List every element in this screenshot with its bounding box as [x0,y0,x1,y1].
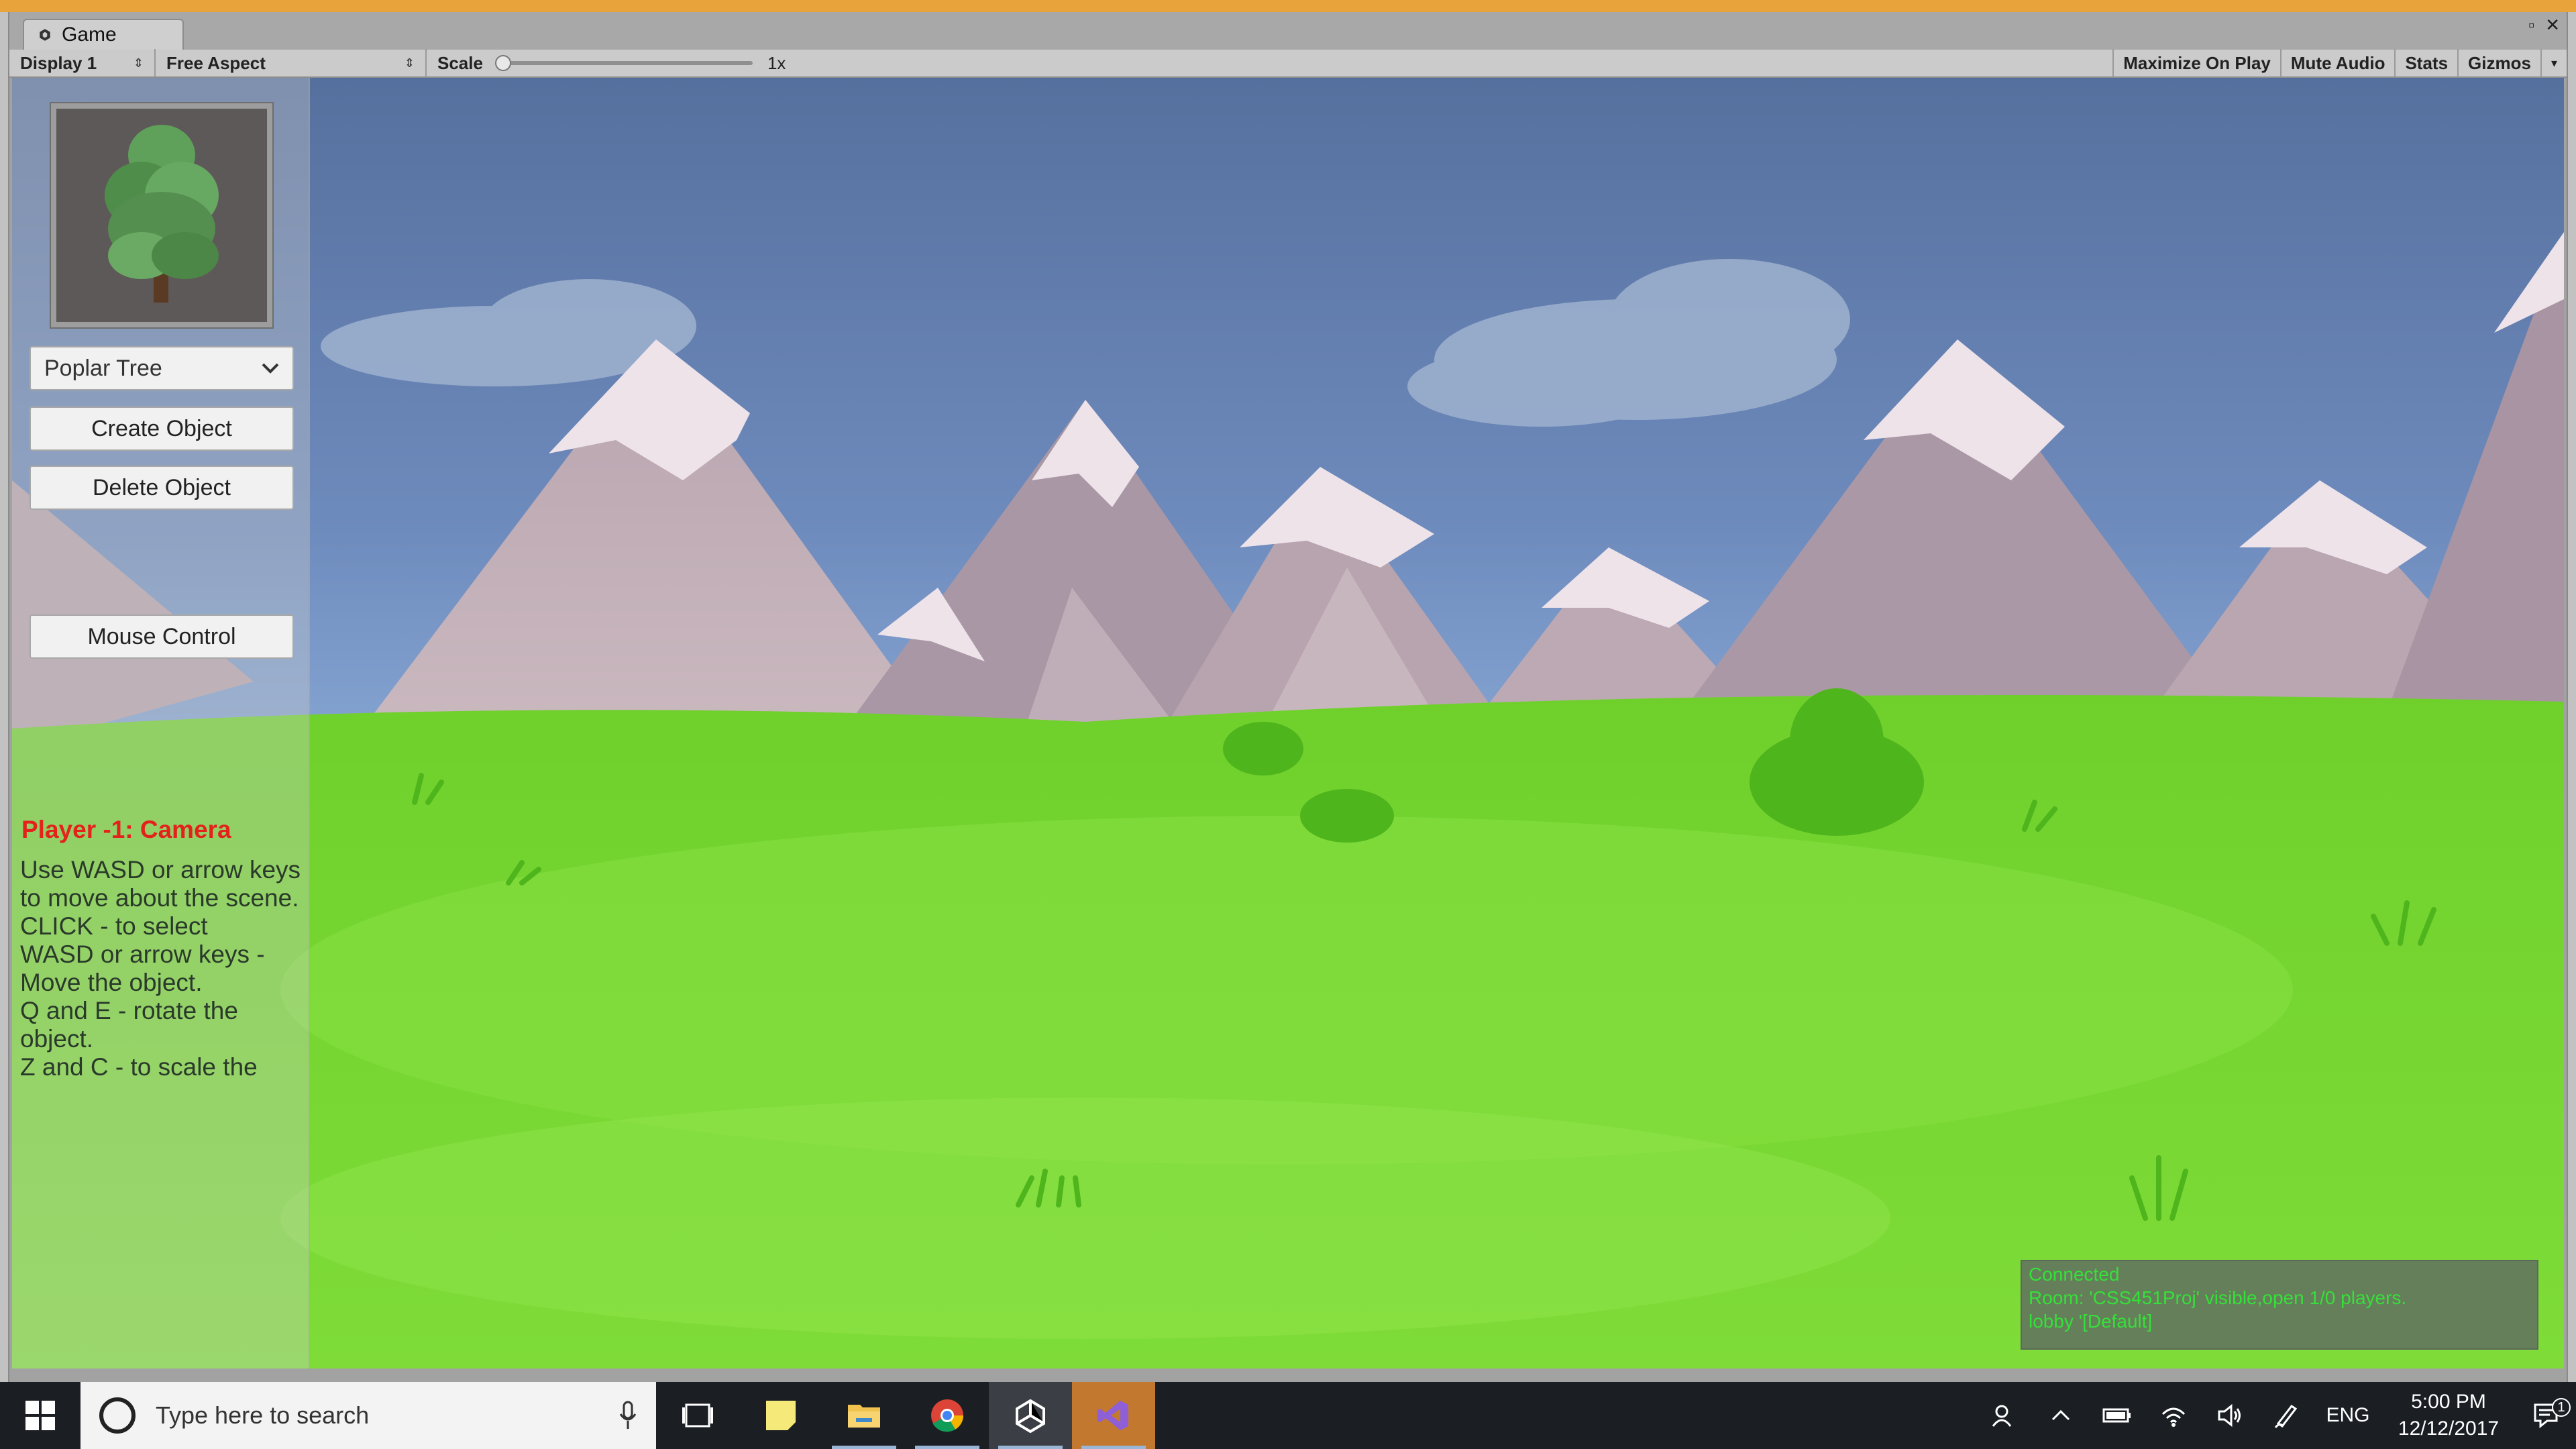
sticky-notes-icon [766,1401,796,1430]
clock-date: 12/12/2017 [2398,1417,2500,1440]
create-object-button[interactable]: Create Object [30,407,294,451]
cortana-icon [99,1397,136,1434]
scale-label: Scale [437,52,483,73]
task-view-button[interactable] [656,1382,739,1449]
notification-center-button[interactable]: 1 [2516,1398,2576,1429]
people-icon[interactable] [1976,1402,2033,1429]
poplar-tree-preview [105,125,219,303]
player-camera-title: Player -1: Camera [21,816,231,843]
gizmos-toggle[interactable]: Gizmos [2457,49,2540,77]
aspect-dropdown[interactable]: Free Aspect ⇕ [156,49,427,77]
running-indicator [998,1446,1063,1449]
file-explorer-app[interactable] [822,1382,906,1449]
lobby-info: lobby '[Default] [2029,1311,2153,1332]
display-dropdown-label: Display 1 [20,52,97,73]
right-panel-edge [2567,12,2576,1382]
microphone-icon[interactable] [619,1401,637,1430]
delete-object-button[interactable]: Delete Object [30,466,294,510]
scale-slider[interactable] [494,55,753,71]
chevron-down-icon [262,363,279,374]
connection-status: Connected [2029,1264,2120,1285]
pen-icon[interactable] [2258,1402,2314,1429]
running-indicator [1081,1446,1146,1449]
object-type-dropdown[interactable]: Poplar Tree [30,346,294,390]
file-explorer-icon [848,1405,880,1428]
close-pane-icon[interactable]: ✕ [2545,15,2560,36]
gizmos-label: Gizmos [2468,52,2531,73]
editor-title-strip [0,0,2576,12]
display-dropdown[interactable]: Display 1 ⇕ [9,49,156,77]
dropdown-arrows-icon: ⇕ [133,56,144,70]
cartoon-landscape-scene [12,78,2564,1368]
notification-count-badge: 1 [2552,1398,2571,1417]
network-status-box: Connected Room: 'CSS451Proj' visible,ope… [2021,1260,2538,1350]
running-indicator [915,1446,979,1449]
start-button[interactable] [0,1382,80,1449]
game-tab-label: Game [62,23,117,46]
window-controls: ▫ ✕ [2528,15,2560,36]
clock-time: 5:00 PM [2411,1391,2486,1413]
aspect-dropdown-label: Free Aspect [166,52,266,73]
unity-app[interactable] [989,1382,1072,1449]
dropdown-arrows-icon: ⇕ [404,56,415,70]
game-tab[interactable]: Game [23,19,184,50]
battery-icon[interactable] [2089,1407,2145,1424]
running-indicator [832,1446,896,1449]
system-clock[interactable]: 5:00 PM 12/12/2017 [2381,1389,2516,1442]
scale-control: Scale 1x [427,49,796,77]
stats-toggle[interactable]: Stats [2394,49,2457,77]
maximize-pane-icon[interactable]: ▫ [2528,15,2534,36]
visual-studio-icon [1097,1401,1128,1430]
scale-slider-handle[interactable] [494,55,511,71]
windows-start-icon [25,1401,55,1430]
search-placeholder: Type here to search [156,1401,370,1429]
camera-instructions: Use WASD or arrow keys to move about the… [20,856,301,912]
unity-icon [40,29,50,41]
visual-studio-app[interactable] [1072,1382,1155,1449]
windows-taskbar: Type here to search ENG 5:00 PM 12/12/20… [0,1382,2576,1449]
screen: Game ▫ ✕ Display 1 ⇕ Free Aspect ⇕ Scale… [0,0,2576,1449]
gizmos-menu-button[interactable]: ▾ [2540,49,2567,77]
chevron-up-icon[interactable] [2033,1409,2089,1422]
game-tab-row: Game ▫ ✕ [9,12,2567,50]
system-tray: ENG 5:00 PM 12/12/2017 1 [1976,1382,2576,1449]
game-view-toolbar: Display 1 ⇕ Free Aspect ⇕ Scale 1x Maxim… [9,49,2567,78]
maximize-on-play-toggle[interactable]: Maximize On Play [2112,49,2280,77]
object-preview [50,102,274,329]
preview-viewport [56,109,267,322]
game-view[interactable]: Poplar Tree Create Object Delete Object … [12,78,2564,1368]
mute-audio-toggle[interactable]: Mute Audio [2279,49,2395,77]
sticky-notes-app[interactable] [739,1382,822,1449]
mouse-control-button[interactable]: Mouse Control [30,614,294,659]
toolbar-right-group: Maximize On Play Mute Audio Stats Gizmos… [2112,49,2567,77]
volume-icon[interactable] [2202,1403,2258,1428]
object-control-panel: Poplar Tree Create Object Delete Object … [12,78,310,1368]
object-type-value: Poplar Tree [44,355,162,381]
room-info: Room: 'CSS451Proj' visible,open 1/0 play… [2029,1287,2407,1308]
left-panel-edge [0,12,9,1382]
scale-value: 1x [767,52,786,73]
task-view-icon [682,1403,713,1428]
wifi-icon[interactable] [2145,1403,2202,1428]
chrome-app[interactable] [906,1382,989,1449]
chrome-icon [931,1399,963,1432]
object-instructions: CLICK - to select WASD or arrow keys - M… [20,912,265,1081]
unity-taskbar-icon [1016,1399,1045,1433]
taskbar-search[interactable]: Type here to search [80,1382,656,1449]
language-indicator[interactable]: ENG [2314,1404,2381,1427]
